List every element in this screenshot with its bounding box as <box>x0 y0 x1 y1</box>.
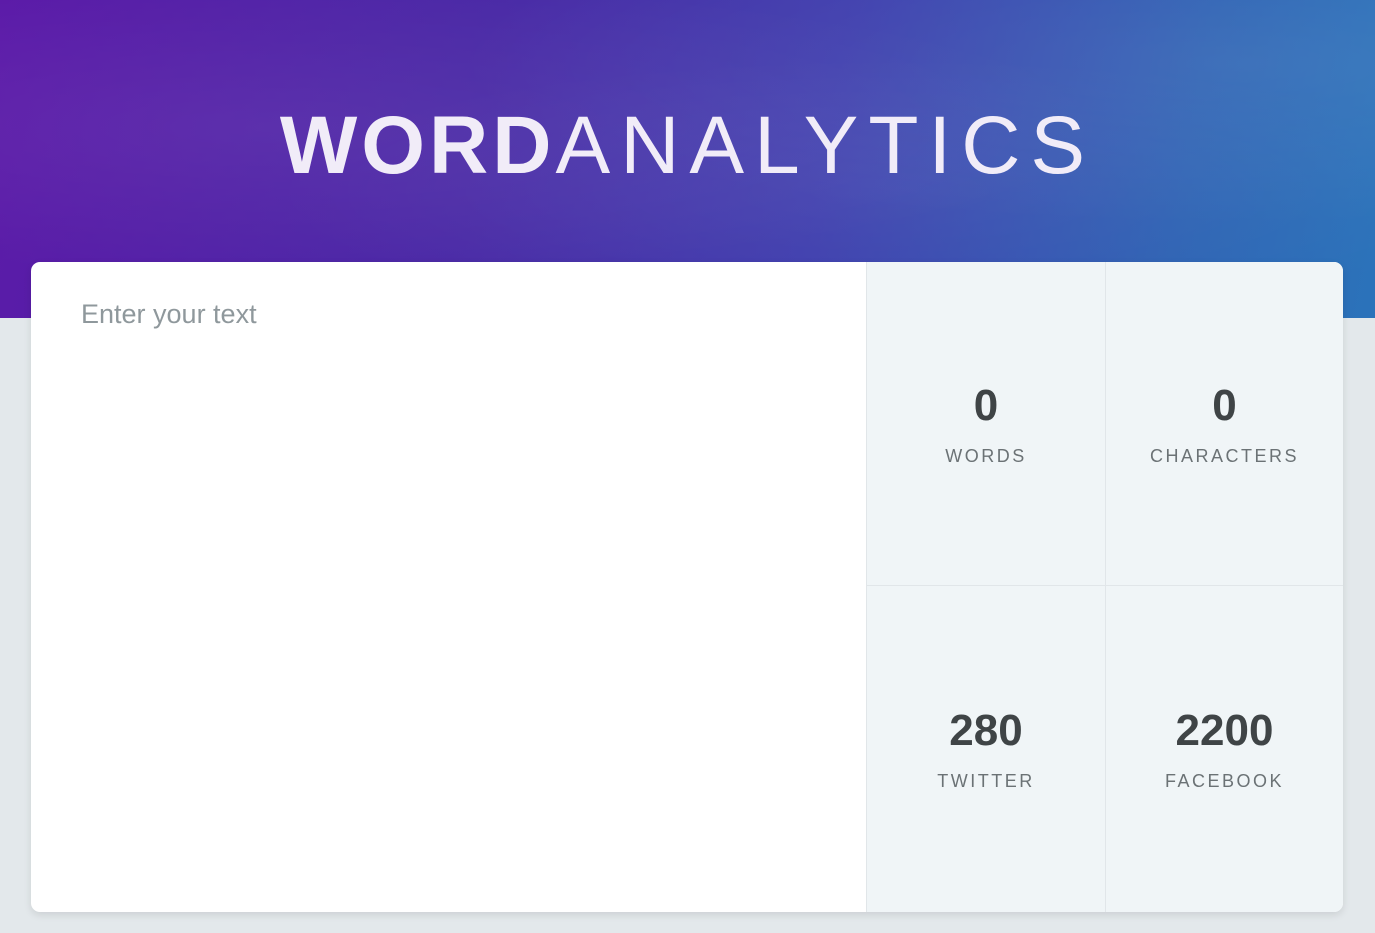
app-title-bold: WORD <box>279 100 556 191</box>
stat-characters-value: 0 <box>1212 381 1237 430</box>
stat-words-label: WORDS <box>945 446 1027 466</box>
stats-panel: 0 WORDS 0 CHARACTERS 280 TWITTER 2200 FA… <box>866 262 1343 912</box>
stat-characters-label: CHARACTERS <box>1149 446 1299 466</box>
stat-twitter-value: 280 <box>949 706 1023 755</box>
main-card: 0 WORDS 0 CHARACTERS 280 TWITTER 2200 FA… <box>31 262 1343 912</box>
stat-words: 0 WORDS <box>866 262 1105 586</box>
stat-facebook-label: FACEBOOK <box>1164 771 1285 791</box>
stat-twitter: 280 TWITTER <box>866 586 1105 912</box>
app-title-light: ANALYTICS <box>555 100 1096 191</box>
text-input[interactable] <box>31 262 866 912</box>
stat-facebook-value: 2200 <box>1175 706 1274 755</box>
stat-characters: 0 CHARACTERS <box>1105 262 1343 586</box>
stat-words-value: 0 <box>973 381 999 430</box>
text-editor-panel <box>31 262 866 912</box>
stat-twitter-label: TWITTER <box>937 771 1035 791</box>
stat-facebook: 2200 FACEBOOK <box>1105 586 1343 912</box>
app-title: WORDANALYTICS <box>0 96 1375 196</box>
